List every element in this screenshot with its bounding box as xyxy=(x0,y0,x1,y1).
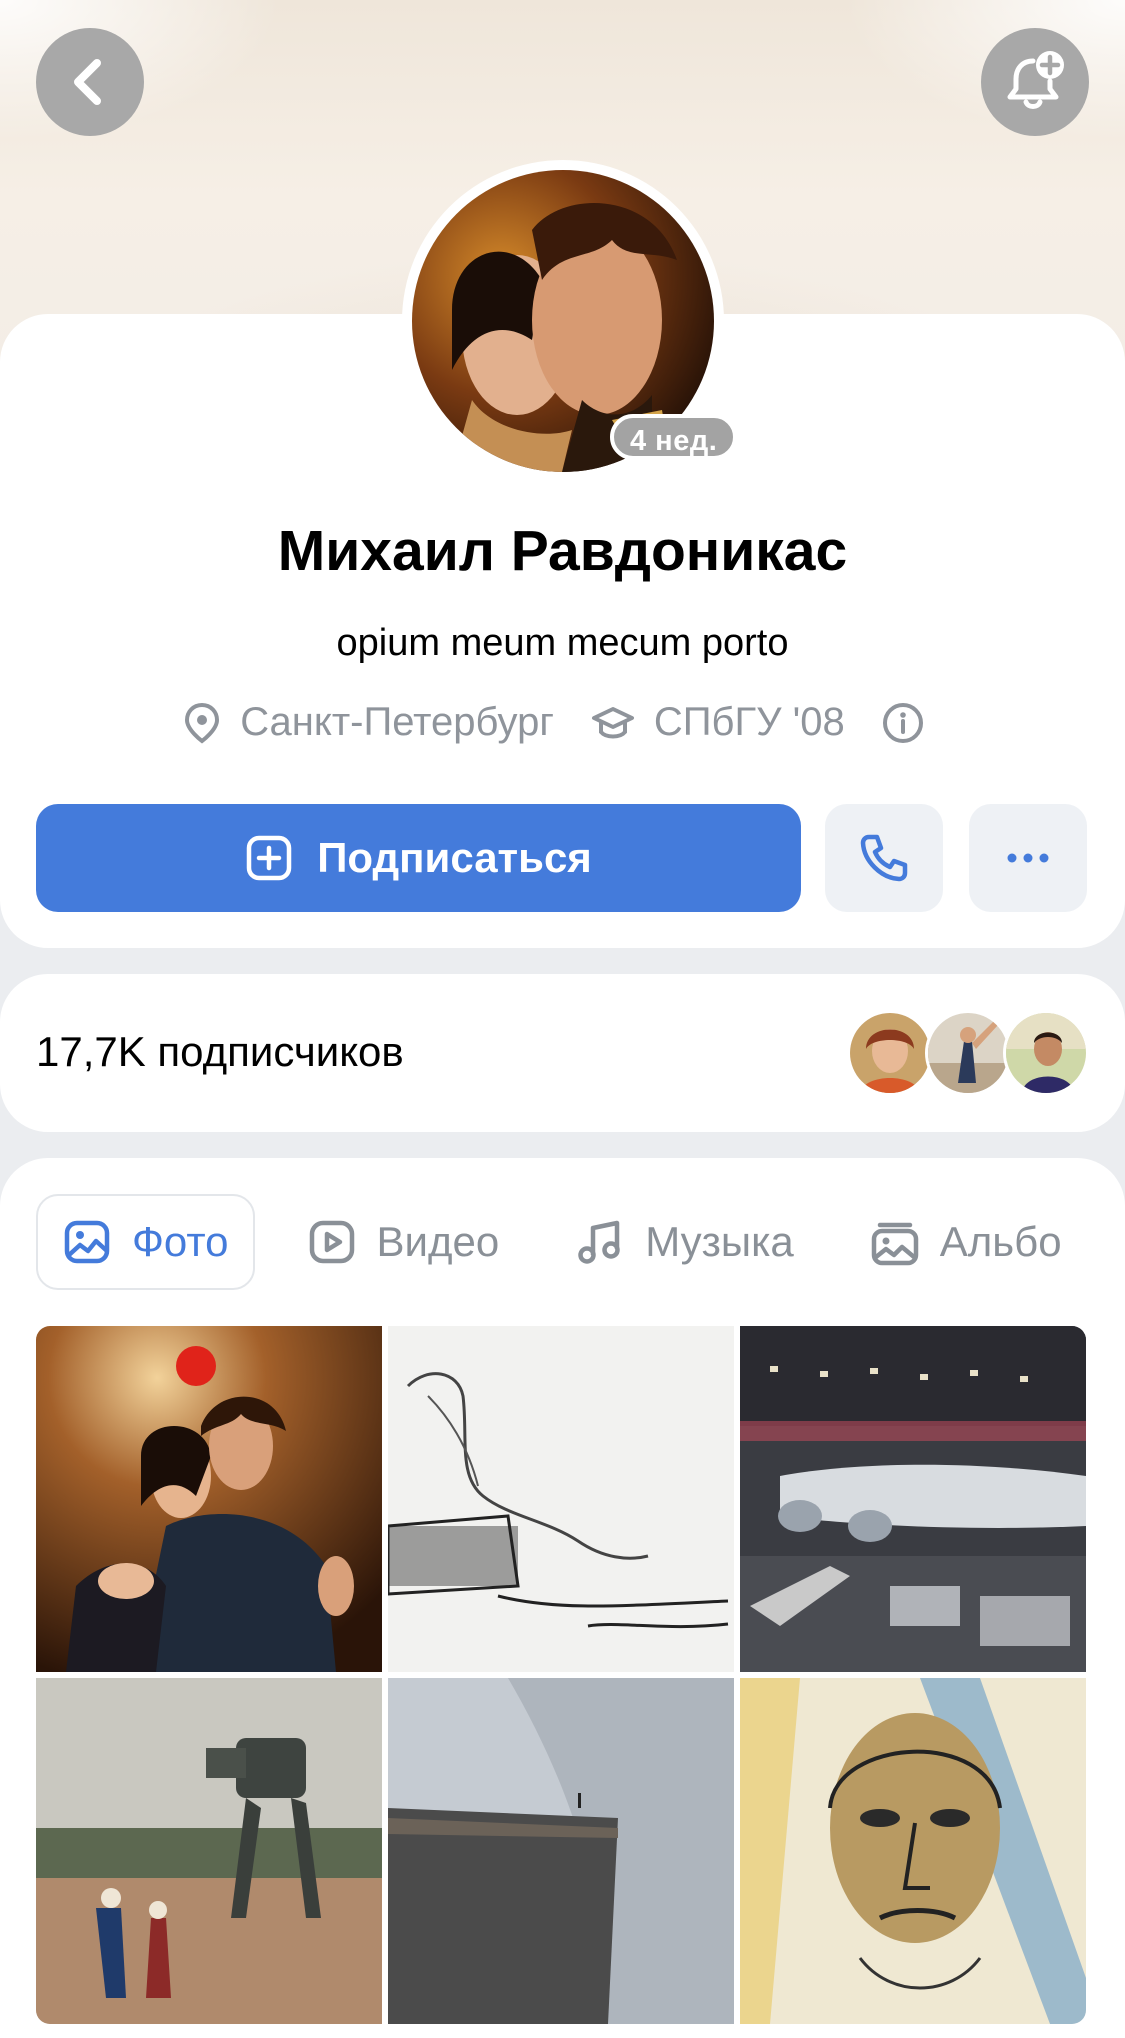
subscriber-avatar xyxy=(847,1010,933,1096)
subscribers-card[interactable]: 17,7K подписчиков xyxy=(0,974,1125,1132)
more-button[interactable] xyxy=(969,804,1087,912)
profile-meta-row: Санкт-Петербург СПбГУ '08 xyxy=(0,700,1125,745)
subscribers-avatars xyxy=(847,1010,1089,1096)
chevron-left-icon xyxy=(74,59,101,105)
media-tabs: Фото Видео Музыка Альбо xyxy=(36,1194,1114,1290)
subscribe-label: Подписаться xyxy=(317,834,592,881)
photo-thumbnail[interactable] xyxy=(36,1678,382,2024)
subscriber-avatar xyxy=(1003,1010,1089,1096)
tab-music[interactable]: Музыка xyxy=(551,1194,818,1290)
tab-videos[interactable]: Видео xyxy=(283,1194,524,1290)
call-button[interactable] xyxy=(825,804,943,912)
profile-status: opium meum mecum porto xyxy=(336,622,789,664)
bell-plus-icon xyxy=(1007,51,1064,109)
more-dots-icon xyxy=(1007,853,1049,863)
tab-photos[interactable]: Фото xyxy=(36,1194,255,1290)
subscribers-count: 17,7K подписчиков xyxy=(36,1028,404,1075)
tab-music-label: Музыка xyxy=(645,1218,794,1265)
info-button[interactable] xyxy=(881,701,943,745)
add-square-icon xyxy=(246,835,292,881)
education-label: СПбГУ '08 xyxy=(653,700,845,744)
back-button[interactable] xyxy=(36,28,144,136)
graduation-cap-icon xyxy=(591,706,634,738)
tab-albums[interactable]: Альбо xyxy=(846,1194,1086,1290)
image-icon xyxy=(64,1220,110,1264)
last-seen-badge: 4 нед. xyxy=(610,414,738,460)
photo-thumbnail[interactable] xyxy=(740,1326,1086,1672)
photo-thumbnail[interactable] xyxy=(388,1326,734,1672)
profile-name: Михаил Равдоникас xyxy=(277,519,848,583)
tab-photos-label: Фото xyxy=(132,1218,229,1265)
education-item[interactable]: СПбГУ '08 xyxy=(590,700,845,745)
subscriber-avatar xyxy=(925,1010,1011,1096)
albums-icon xyxy=(871,1222,919,1266)
notifications-subscribe-button[interactable] xyxy=(981,28,1089,136)
location-pin-icon xyxy=(185,702,220,743)
info-icon xyxy=(882,702,923,743)
tab-albums-label: Альбо xyxy=(939,1218,1062,1265)
photo-thumbnail[interactable] xyxy=(388,1678,734,2024)
media-card: Фото Видео Музыка Альбо xyxy=(0,1158,1125,2038)
photo-thumbnail[interactable] xyxy=(36,1326,382,1672)
tab-videos-label: Видео xyxy=(376,1218,500,1265)
city-item[interactable]: Санкт-Петербург xyxy=(182,700,554,745)
phone-icon xyxy=(860,834,908,882)
music-note-icon xyxy=(578,1220,620,1264)
subscribe-button[interactable]: Подписаться xyxy=(36,804,801,912)
video-icon xyxy=(309,1220,354,1264)
city-label: Санкт-Петербург xyxy=(240,700,554,744)
photo-grid xyxy=(36,1326,1089,2024)
photo-thumbnail[interactable] xyxy=(740,1678,1086,2024)
profile-page: 4 нед. Михаил Равдоникас opium meum mecu… xyxy=(0,0,1125,2038)
